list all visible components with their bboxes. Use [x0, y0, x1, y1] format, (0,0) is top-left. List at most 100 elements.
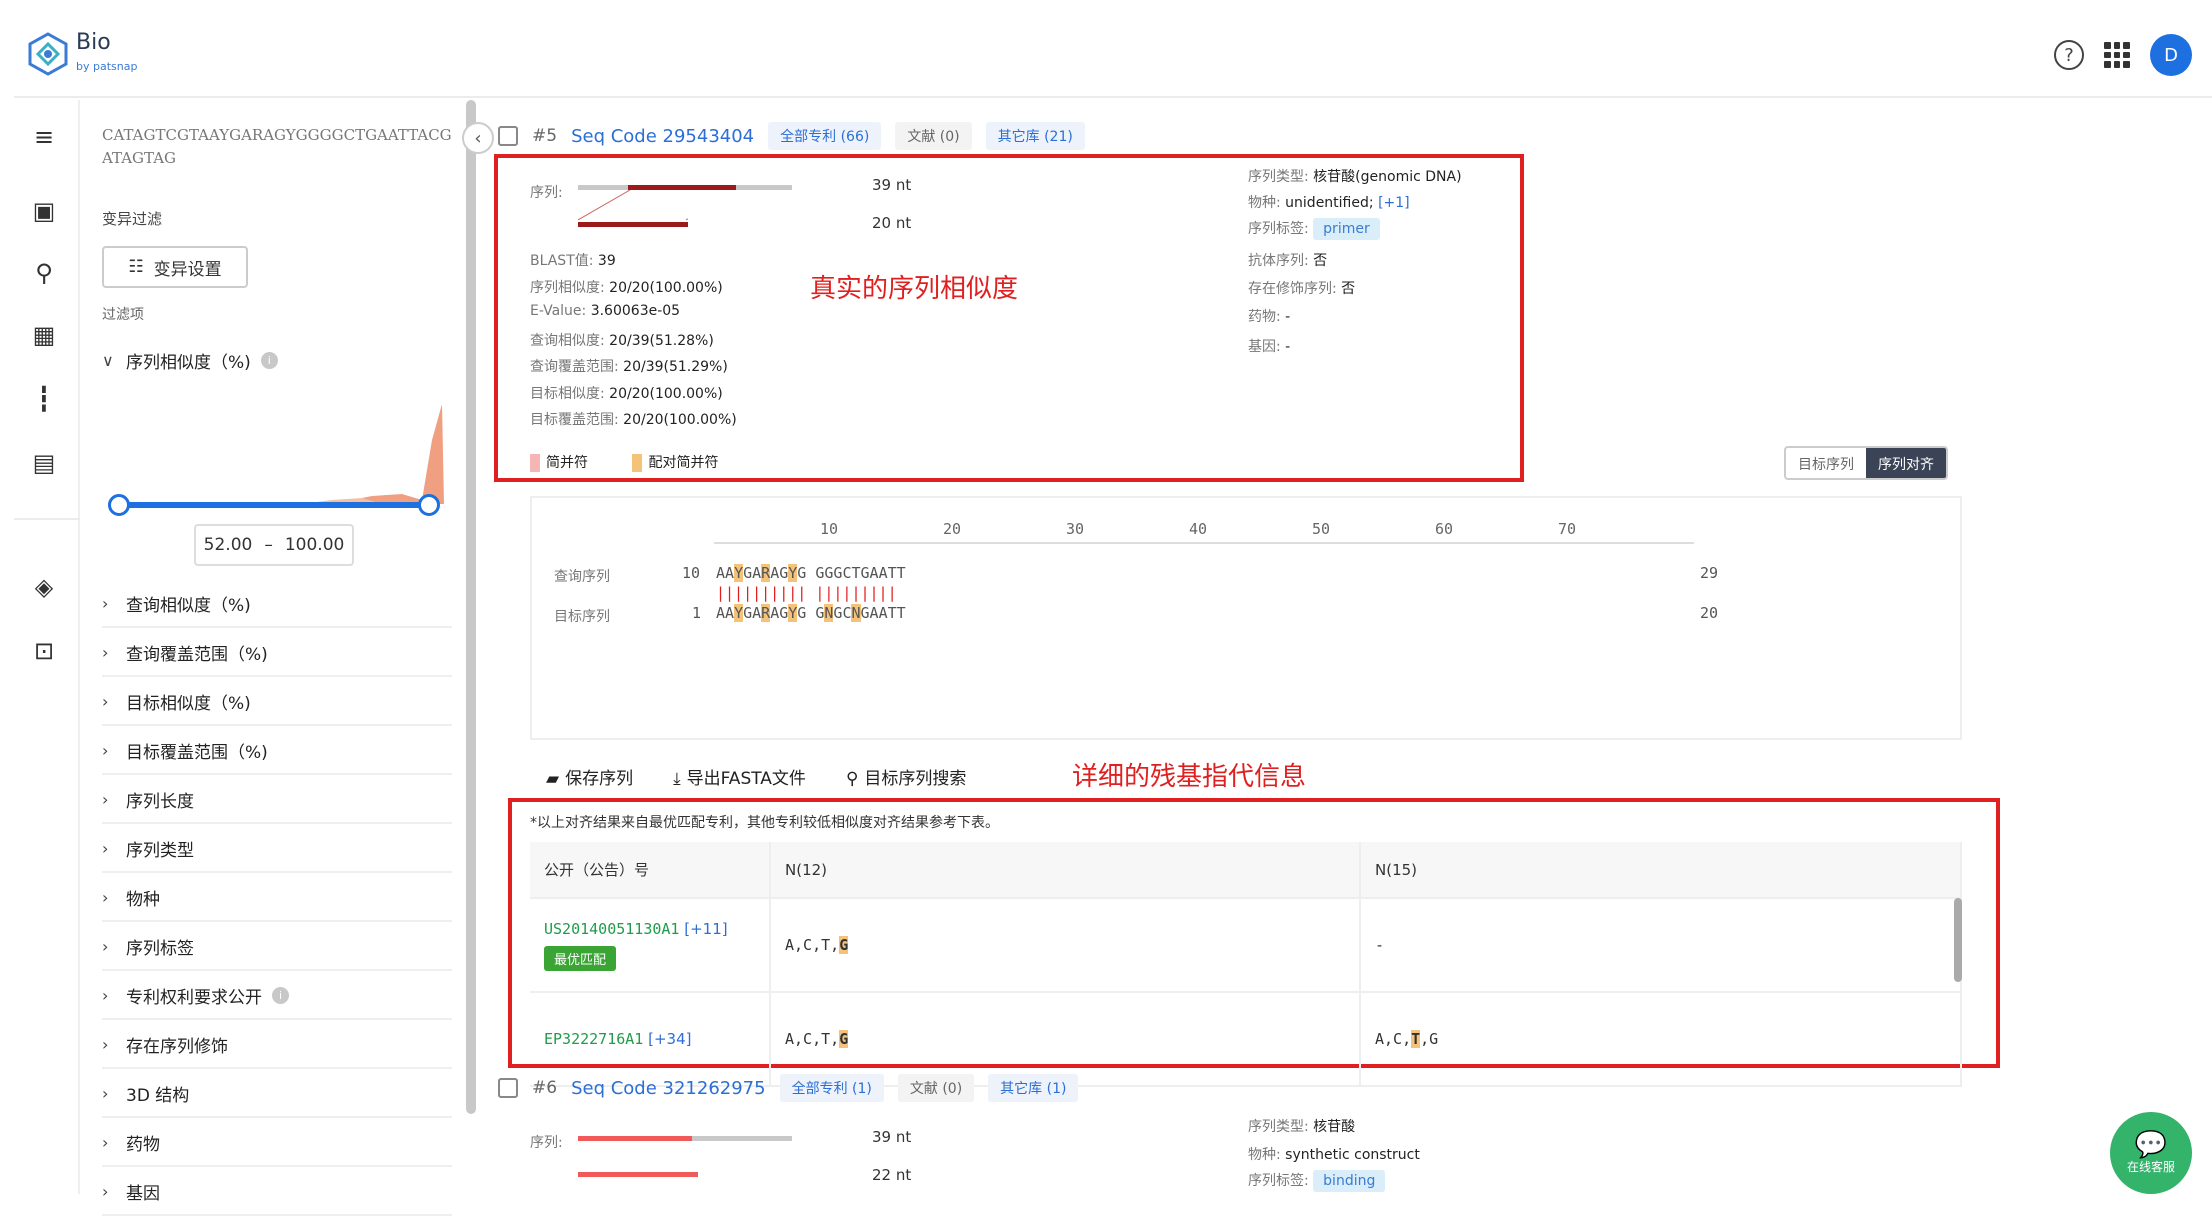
- patent-more-link[interactable]: [+34]: [648, 1030, 691, 1048]
- query-seq: AAYGARAGYG GGGCTGAATT: [716, 564, 906, 582]
- similarity-range-input[interactable]: 52.00 – 100.00: [194, 524, 354, 566]
- filter-item[interactable]: › 序列长度: [102, 776, 452, 824]
- toggle-alignment[interactable]: 序列对齐: [1866, 448, 1946, 478]
- inbox-icon[interactable]: ⊡: [24, 634, 64, 668]
- attribute-row: 物种: unidentified; [+1]: [1248, 195, 1410, 211]
- left-rail: ≡ ▣ ⚲ ▦ ┇ ▤ ◈ ⊡: [14, 100, 80, 1194]
- apps-grid-icon[interactable]: [2104, 42, 2130, 68]
- filter-item[interactable]: › 目标相似度（%): [102, 678, 452, 726]
- seq-label: 序列:: [530, 1135, 563, 1151]
- bio-logo-icon[interactable]: [26, 32, 70, 76]
- filter-item[interactable]: › 存在序列修饰: [102, 1021, 452, 1069]
- menu-collapse-icon[interactable]: ≡: [24, 120, 64, 154]
- range-slider-track[interactable]: [118, 502, 428, 508]
- toggle-target-seq[interactable]: 目标序列: [1786, 448, 1866, 478]
- chevron-right-icon: ›: [102, 642, 109, 662]
- tag-literature[interactable]: 文献 (0): [897, 1074, 975, 1102]
- app-name: Bio: [76, 30, 111, 55]
- filters-label: 过滤项: [102, 307, 144, 323]
- tag-other-db[interactable]: 其它库 (1): [988, 1074, 1079, 1102]
- variant-settings-button[interactable]: ☷ 变异设置: [102, 246, 248, 288]
- result-6-checkbox[interactable]: [498, 1078, 518, 1098]
- table-scrollbar[interactable]: [1954, 898, 1962, 982]
- save-sequence-button[interactable]: ▰ 保存序列: [546, 764, 633, 789]
- range-slider-max-handle[interactable]: [418, 494, 440, 516]
- ruler-tick: 60: [1435, 520, 1454, 538]
- seq-label: 序列:: [530, 185, 563, 201]
- filter-item[interactable]: › 3D 结构: [102, 1070, 452, 1118]
- filter-item[interactable]: › 物种: [102, 874, 452, 922]
- tag-all-patents[interactable]: 全部专利 (66): [768, 122, 882, 150]
- ruler-tick: 50: [1312, 520, 1331, 538]
- ruler-tick: 30: [1066, 520, 1085, 538]
- metric-row: 查询覆盖范围: 20/39(51.29%): [530, 359, 728, 375]
- target-start: 1: [692, 604, 702, 622]
- filter-item[interactable]: › 序列类型: [102, 825, 452, 873]
- avatar[interactable]: D: [2150, 34, 2192, 76]
- query-start: 10: [682, 564, 701, 582]
- result-5-seq-code[interactable]: Seq Code 29543404: [571, 126, 754, 147]
- best-match-badge: 最优匹配: [544, 945, 617, 971]
- barcode-icon[interactable]: ┇: [24, 382, 64, 416]
- query-sequence: CATAGTCGTAAYGARAGYGGGGCTGAATTACGATAGTAG: [102, 126, 452, 167]
- annotation-real-similarity: 真实的序列相似度: [810, 274, 1019, 304]
- attribute-row: 基因: -: [1248, 339, 1291, 355]
- filter-item[interactable]: › 药物: [102, 1119, 452, 1167]
- chat-support-button[interactable]: 💬 在线客服: [2110, 1112, 2192, 1194]
- target-seq-label: 目标序列: [554, 609, 610, 625]
- range-slider-min-handle[interactable]: [108, 494, 130, 516]
- tag-all-patents[interactable]: 全部专利 (1): [779, 1074, 884, 1102]
- target-bar: [578, 222, 688, 227]
- target-length: 22 nt: [872, 1166, 912, 1184]
- patent-link[interactable]: EP3222716A1: [544, 1030, 643, 1048]
- top-bar: Bio by patsnap ? D: [14, 14, 2212, 98]
- panel-scrollbar[interactable]: [466, 100, 476, 1114]
- download-icon: ⤓: [673, 769, 681, 789]
- target-seq: AAYGARAGYG GNGCNGAATT: [716, 604, 906, 622]
- help-icon[interactable]: ?: [2054, 40, 2084, 70]
- collapse-panel-button[interactable]: ‹: [462, 122, 494, 154]
- metric-row: E-Value: 3.60063e-05: [530, 303, 681, 319]
- filter-item[interactable]: › 基因: [102, 1168, 452, 1216]
- search-icon[interactable]: ⚲: [24, 256, 64, 290]
- chevron-right-icon: ›: [102, 691, 109, 711]
- filter-similarity[interactable]: ∨ 序列相似度（%) i: [102, 336, 452, 384]
- view-toggle[interactable]: 目标序列 序列对齐: [1784, 446, 1948, 480]
- table-note: *以上对齐结果来自最优匹配专利，其他专利较低相似度对齐结果参考下表。: [530, 815, 999, 831]
- patent-link[interactable]: US20140051130A1: [544, 920, 679, 938]
- species-more-link[interactable]: [+1]: [1378, 195, 1410, 211]
- document-icon[interactable]: ▣: [24, 194, 64, 228]
- filter-item[interactable]: › 目标覆盖范围（%): [102, 727, 452, 775]
- tag-literature[interactable]: 文献 (0): [895, 122, 972, 150]
- target-end: 20: [1700, 604, 1719, 622]
- legend: 简并符 配对简并符: [530, 452, 718, 472]
- patent-more-link[interactable]: [+11]: [684, 920, 727, 938]
- filter-item[interactable]: › 序列标签: [102, 923, 452, 971]
- table-row: EP3222716A1 [+34] A,C,T,G A,C,T,G: [530, 992, 1962, 1087]
- target-bar: [578, 1172, 698, 1177]
- target-seq-search-button[interactable]: ⚲ 目标序列搜索: [846, 764, 966, 789]
- chart-icon[interactable]: ▤: [24, 446, 64, 480]
- layers-icon[interactable]: ◈: [24, 570, 64, 604]
- result-6-seq-code[interactable]: Seq Code 321262975: [571, 1078, 766, 1099]
- result-5-checkbox[interactable]: [498, 126, 518, 146]
- tag-other-db[interactable]: 其它库 (21): [985, 122, 1085, 150]
- metric-row: 查询相似度: 20/39(51.28%): [530, 332, 714, 349]
- filter-item[interactable]: › 查询相似度（%): [102, 580, 452, 628]
- filter-item[interactable]: › 专利权利要求公开 i: [102, 972, 452, 1020]
- structure-search-icon[interactable]: ▦: [24, 318, 64, 352]
- info-icon[interactable]: i: [272, 986, 289, 1004]
- folder-icon: ▰: [546, 769, 560, 789]
- export-fasta-button[interactable]: ⤓ 导出FASTA文件: [673, 764, 806, 789]
- chevron-down-icon: ∨: [102, 350, 114, 370]
- legend-paired-swatch: [632, 454, 643, 472]
- metric-row: BLAST值: 39: [530, 253, 616, 269]
- search-icon: ⚲: [845, 769, 859, 789]
- table-row: US20140051130A1 [+11] 最优匹配 A,C,T,G -: [530, 898, 1962, 993]
- result-5-header: #5 Seq Code 29543404 全部专利 (66) 文献 (0) 其它…: [498, 122, 1085, 150]
- info-icon[interactable]: i: [260, 351, 278, 369]
- filter-item[interactable]: › 查询覆盖范围（%): [102, 629, 452, 677]
- attribute-row: 序列类型: 核苷酸(genomic DNA): [1248, 169, 1462, 185]
- query-length: 39 nt: [872, 176, 912, 194]
- metric-row: 目标覆盖范围: 20/20(100.00%): [530, 412, 737, 428]
